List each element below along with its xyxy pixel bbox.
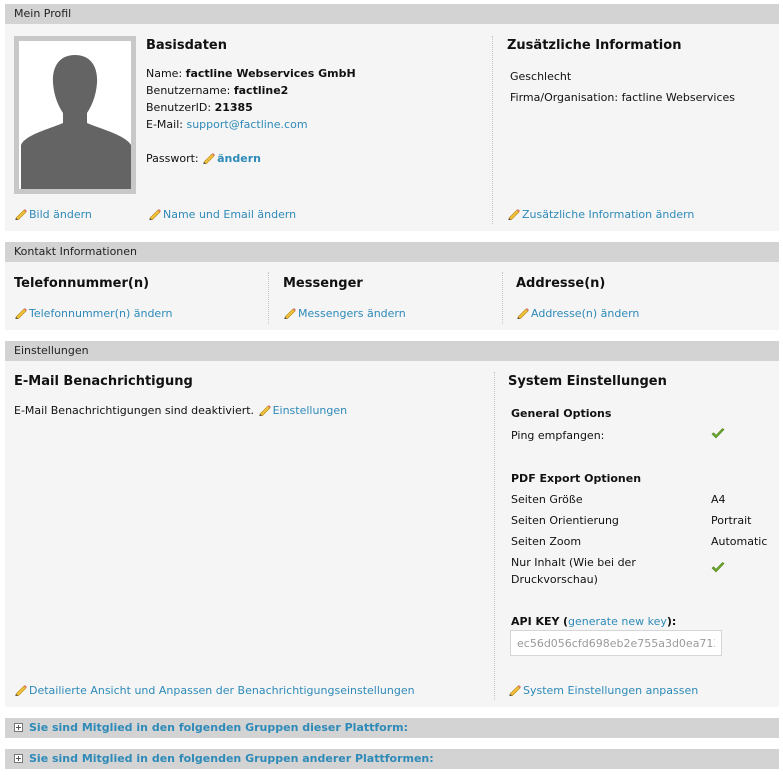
change-address-link[interactable]: Addresse(n) ändern xyxy=(516,307,639,320)
system-settings-adjust-link[interactable]: System Einstellungen anpassen xyxy=(508,684,698,697)
email-notification-heading: E-Mail Benachrichtigung xyxy=(14,374,193,389)
gender-label: Geschlecht xyxy=(510,70,572,83)
pencil-icon xyxy=(507,208,520,220)
groups-this-platform-label: Sie sind Mitglied in den folgenden Grupp… xyxy=(29,721,409,734)
section-title-profile: Mein Profil xyxy=(14,7,72,20)
content-only-label-line1: Nur Inhalt (Wie bei der xyxy=(511,556,636,569)
pencil-icon xyxy=(14,307,27,319)
password-change-link[interactable]: ändern xyxy=(202,152,261,165)
generate-key-link[interactable]: generate new key xyxy=(568,615,667,628)
name-value: factline Webservices GmbH xyxy=(185,67,356,80)
email-row: E-Mail: support@factline.com xyxy=(146,118,308,131)
pencil-icon xyxy=(508,684,521,696)
name-row: Name: factline Webservices GmbH xyxy=(146,67,356,80)
notification-detail-link[interactable]: Detailierte Ansicht und Anpassen der Ben… xyxy=(14,684,415,697)
phone-heading: Telefonnummer(n) xyxy=(14,276,150,291)
messenger-heading: Messenger xyxy=(283,276,363,291)
userid-row: BenutzerID: 21385 xyxy=(146,101,253,114)
settings-divider xyxy=(494,372,495,700)
change-messenger-link[interactable]: Messengers ändern xyxy=(283,307,406,320)
contact-divider-1 xyxy=(268,272,269,324)
username-row: Benutzername: factline2 xyxy=(146,84,289,97)
password-row: Passwort: ändern xyxy=(146,152,261,165)
api-key-row: API KEY (generate new key): xyxy=(511,615,677,628)
zoom-value: Automatic xyxy=(711,535,768,548)
orientation-label: Seiten Orientierung xyxy=(511,514,619,527)
address-heading: Addresse(n) xyxy=(516,276,606,291)
page-size-label: Seiten Größe xyxy=(511,493,583,506)
pencil-icon xyxy=(14,208,27,220)
pencil-icon xyxy=(283,307,296,319)
page-size-value: A4 xyxy=(711,493,726,506)
groups-this-platform-bar[interactable]: Sie sind Mitglied in den folgenden Grupp… xyxy=(5,718,779,738)
email-status-row: E-Mail Benachrichtigungen sind deaktivie… xyxy=(14,404,347,417)
company-row: Firma/Organisation: factline Webservices xyxy=(510,91,735,104)
change-name-email-link[interactable]: Name und Email ändern xyxy=(148,208,296,221)
email-settings-link[interactable]: Einstellungen xyxy=(258,404,347,417)
orientation-value: Portrait xyxy=(711,514,752,527)
pencil-icon xyxy=(516,307,529,319)
ping-check-icon xyxy=(711,428,725,440)
general-options-heading: General Options xyxy=(511,407,612,420)
profile-photo xyxy=(14,36,136,194)
username-value: factline2 xyxy=(233,84,289,97)
section-bar-settings: Einstellungen xyxy=(5,341,779,361)
content-only-check-icon xyxy=(711,562,725,574)
avatar-silhouette-icon xyxy=(21,55,131,189)
groups-other-platforms-bar[interactable]: Sie sind Mitglied in den folgenden Grupp… xyxy=(5,749,779,769)
pencil-icon xyxy=(148,208,161,220)
change-image-link[interactable]: Bild ändern xyxy=(14,208,92,221)
ping-label: Ping empfangen: xyxy=(511,429,605,442)
company-value: factline Webservices xyxy=(621,91,735,104)
pencil-icon xyxy=(14,684,27,696)
pencil-icon xyxy=(202,152,215,164)
expand-icon[interactable] xyxy=(14,723,23,732)
change-phone-link[interactable]: Telefonnummer(n) ändern xyxy=(14,307,173,320)
groups-other-platforms-label: Sie sind Mitglied in den folgenden Grupp… xyxy=(29,752,434,765)
contact-divider-2 xyxy=(502,272,503,324)
userid-value: 21385 xyxy=(214,101,253,114)
section-title-contact: Kontakt Informationen xyxy=(14,245,138,258)
content-only-label-line2: Druckvorschau) xyxy=(511,573,598,586)
system-settings-heading: System Einstellungen xyxy=(508,374,667,389)
expand-icon[interactable] xyxy=(14,754,23,763)
zoom-label: Seiten Zoom xyxy=(511,535,582,548)
section-title-settings: Einstellungen xyxy=(14,344,89,357)
api-key-input[interactable] xyxy=(510,630,722,656)
pdf-options-heading: PDF Export Optionen xyxy=(511,472,642,485)
email-status-text: E-Mail Benachrichtigungen sind deaktivie… xyxy=(14,404,255,417)
profile-divider xyxy=(492,36,493,224)
pencil-icon xyxy=(258,404,271,416)
section-bar-contact: Kontakt Informationen xyxy=(5,242,779,262)
additional-info-heading: Zusätzliche Information xyxy=(507,38,682,53)
section-bar-profile: Mein Profil xyxy=(5,4,779,24)
basisdaten-heading: Basisdaten xyxy=(146,38,227,53)
change-additional-info-link[interactable]: Zusätzliche Information ändern xyxy=(507,208,694,221)
email-link[interactable]: support@factline.com xyxy=(186,118,307,131)
